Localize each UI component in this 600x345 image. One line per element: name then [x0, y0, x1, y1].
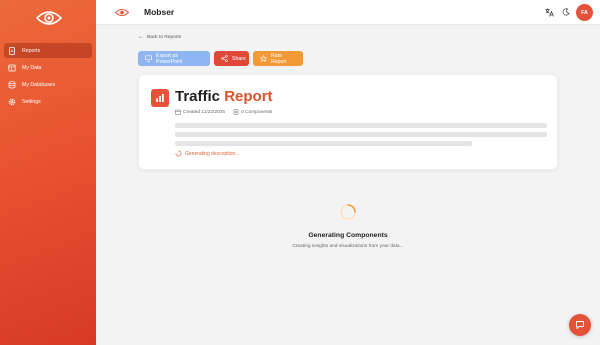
- report-card: Traffic Report Created 11/22/2025 0 Comp…: [138, 74, 558, 170]
- top-bar: Mobser FA: [96, 0, 600, 25]
- sidebar-item-my-databases[interactable]: My Databases: [4, 77, 92, 92]
- description-skeleton-line: [175, 132, 547, 137]
- report-title: Traffic Report: [175, 88, 273, 105]
- eye-logo-icon[interactable]: [36, 8, 62, 28]
- sidebar-nav: Reports My Data My Databases Settings: [4, 43, 92, 111]
- calendar-icon: [175, 109, 181, 115]
- sidebar-item-reports[interactable]: Reports: [4, 43, 92, 58]
- created-date: Created 11/22/2025: [183, 109, 226, 115]
- bar-chart-icon: [151, 89, 169, 107]
- export-powerpoint-button[interactable]: Export as PowerPoint: [138, 51, 210, 66]
- description-skeleton-line: [175, 141, 472, 146]
- sidebar: Reports My Data My Databases Settings: [0, 0, 96, 345]
- share-button[interactable]: Share: [214, 51, 249, 66]
- document-icon: [8, 46, 16, 55]
- generating-description-text: Generating description...: [185, 150, 240, 157]
- database-icon: [8, 80, 16, 89]
- back-link-label: Back to Reports: [147, 34, 182, 40]
- sidebar-item-my-data[interactable]: My Data: [4, 60, 92, 75]
- avatar[interactable]: FA: [576, 4, 593, 21]
- sidebar-item-label: Reports: [22, 47, 41, 54]
- back-to-reports-link[interactable]: ← Back to Reports: [138, 34, 181, 40]
- sidebar-item-settings[interactable]: Settings: [4, 94, 92, 109]
- report-title-first: Traffic: [175, 88, 221, 105]
- sidebar-item-label: Settings: [22, 98, 41, 105]
- report-meta: Created 11/22/2025 0 Components: [175, 109, 272, 115]
- generating-description-status: Generating description...: [175, 150, 239, 157]
- layers-icon: [233, 109, 239, 115]
- chat-button[interactable]: [569, 314, 591, 336]
- action-bar: Export as PowerPoint Share Rate Report: [138, 51, 307, 66]
- description-skeleton-line: [175, 123, 547, 128]
- loading-spinner-icon: [340, 204, 356, 220]
- generating-components-title: Generating Components: [308, 232, 388, 239]
- share-icon: [221, 55, 228, 62]
- gear-icon: [8, 98, 16, 106]
- report-title-second: Report: [224, 88, 273, 105]
- table-icon: [8, 64, 16, 72]
- share-button-label: Share: [232, 55, 246, 62]
- loading-spinner-icon: [175, 150, 182, 157]
- sidebar-item-label: My Data: [22, 64, 42, 71]
- sidebar-item-label: My Databases: [22, 81, 56, 88]
- eye-icon: [115, 9, 129, 16]
- moon-icon[interactable]: [562, 8, 570, 16]
- rate-report-button[interactable]: Rate Report: [253, 51, 303, 66]
- translate-icon[interactable]: [545, 8, 554, 17]
- app-name: Mobser: [144, 7, 175, 17]
- rate-button-label: Rate Report: [271, 52, 287, 65]
- arrow-left-icon: ←: [138, 34, 144, 40]
- monitor-icon: [145, 55, 152, 62]
- star-icon: [260, 55, 267, 62]
- components-count: 0 Components: [241, 109, 273, 115]
- generating-components-subtitle: Creating insights and visualizations fro…: [292, 244, 404, 249]
- export-button-label: Export as PowerPoint: [156, 52, 183, 65]
- chat-icon: [576, 321, 584, 329]
